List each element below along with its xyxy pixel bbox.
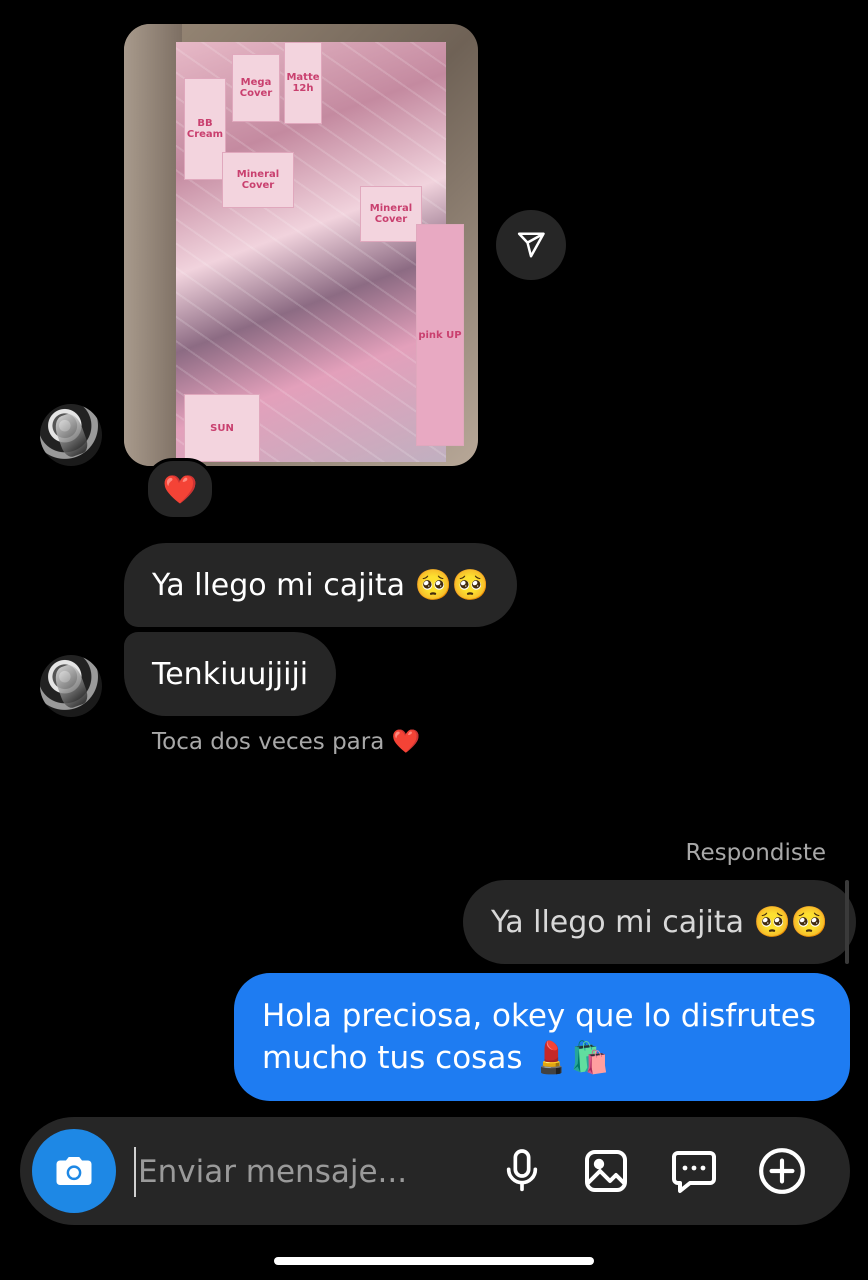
more-options-button[interactable] (754, 1143, 810, 1199)
photo-package-bb: BB Cream (184, 78, 226, 180)
photo-package-mega: Mega Cover (232, 54, 280, 122)
photo-box-flap (124, 24, 182, 466)
message-line: Hola preciosa, okey que lo disfrutes (262, 998, 816, 1034)
send-icon (517, 232, 545, 258)
heart-icon: ❤️ (162, 472, 198, 506)
message-text: Ya llego mi cajita 🥺🥺 (152, 567, 490, 603)
outgoing-message[interactable]: Hola preciosa, okey que lo disfrutes muc… (234, 973, 850, 1101)
voice-message-button[interactable] (494, 1143, 550, 1199)
quoted-message[interactable]: Ya llego mi cajita 🥺🥺 (463, 880, 857, 964)
incoming-message[interactable]: Ya llego mi cajita 🥺🥺 (124, 543, 518, 627)
photo-package-sun: SUN (184, 394, 260, 462)
sender-avatar[interactable] (40, 655, 102, 717)
received-photo[interactable]: BB Cream Mega Cover Matte 12h Mineral Co… (124, 24, 478, 466)
quoted-text: Ya llego mi cajita 🥺🥺 (491, 904, 829, 940)
photo-package-pinkup: pink UP (416, 224, 464, 446)
gallery-button[interactable] (578, 1143, 634, 1199)
camera-icon (56, 1157, 92, 1185)
double-tap-hint: Toca dos veces para ❤️ (152, 729, 421, 755)
photo-package-mineral-2: Mineral Cover (360, 186, 422, 242)
sticker-button[interactable] (666, 1143, 722, 1199)
message-text: Tenkiuujjiji (152, 656, 309, 692)
image-icon (585, 1150, 627, 1192)
plus-circle-icon (759, 1148, 805, 1194)
message-line: mucho tus cosas 💄🛍️ (262, 1040, 610, 1076)
camera-button[interactable] (32, 1129, 116, 1213)
replied-label: Respondiste (685, 840, 826, 866)
message-input[interactable] (134, 1147, 470, 1197)
microphone-icon (506, 1149, 538, 1192)
sender-avatar[interactable] (40, 404, 102, 466)
message-composer (20, 1117, 850, 1225)
share-photo-button[interactable] (496, 210, 566, 280)
home-indicator[interactable] (274, 1257, 594, 1265)
photo-package-mineral-1: Mineral Cover (222, 152, 294, 208)
chat-bubble-icon (672, 1151, 716, 1193)
incoming-message[interactable]: Tenkiuujjiji (124, 632, 337, 716)
photo-package-matte: Matte 12h (284, 42, 322, 124)
heart-reaction[interactable]: ❤️ (145, 458, 215, 520)
reply-indicator-bar (845, 880, 849, 964)
